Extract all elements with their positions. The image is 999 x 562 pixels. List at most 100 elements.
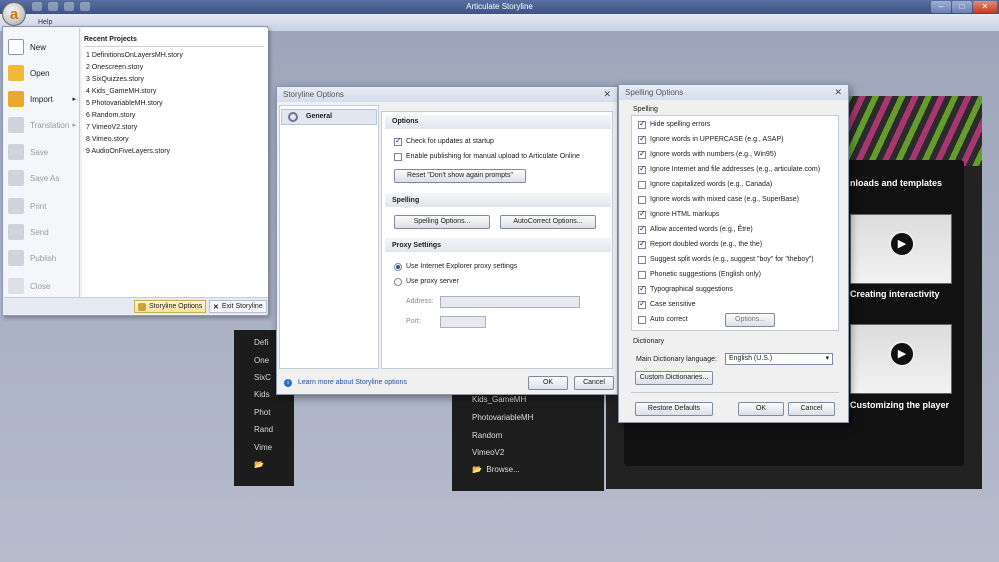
submenu-arrow-icon: ▸	[72, 96, 76, 103]
recent-item[interactable]: 6 Random.story	[86, 112, 135, 119]
save-label: Save	[30, 147, 49, 157]
check-updates-checkbox[interactable]	[394, 136, 402, 146]
nav-item-general[interactable]: General	[281, 109, 377, 125]
custom-dictionaries-button[interactable]: Custom Dictionaries...	[635, 371, 713, 385]
recent-item[interactable]: 3 SixQuizzes.story	[86, 76, 144, 83]
proxy-server-radio[interactable]	[394, 278, 402, 286]
nav-general-label: General	[306, 113, 333, 120]
cancel-button[interactable]: Cancel	[574, 376, 614, 390]
spelling-option-checkbox[interactable]	[638, 181, 646, 189]
port-field[interactable]	[440, 316, 486, 328]
divider	[631, 392, 839, 393]
close-doc-icon	[8, 278, 24, 294]
send-label: Send	[30, 227, 49, 237]
enable-publishing-checkbox[interactable]	[394, 153, 402, 161]
tutorial-label: Creating interactivity	[850, 289, 940, 299]
exit-x-icon: ✕	[213, 303, 219, 311]
restore-defaults-button[interactable]: Restore Defaults	[635, 402, 713, 416]
autocorrect-options-button[interactable]: AutoCorrect Options...	[500, 215, 596, 229]
spelling-option-checkbox[interactable]	[638, 316, 646, 324]
new-button[interactable]: New	[8, 36, 78, 58]
autocorrect-options-button[interactable]: Options...	[725, 313, 775, 327]
spelling-option-checkbox[interactable]	[638, 224, 646, 234]
storyline-logo-button[interactable]: a	[2, 2, 26, 26]
save-as-icon	[8, 170, 24, 186]
spelling-option-label: Ignore words with numbers (e.g., Win95)	[650, 151, 777, 158]
exit-storyline-button[interactable]: ✕ Exit Storyline	[209, 300, 267, 313]
storyline-options-button[interactable]: Storyline Options	[134, 300, 207, 313]
spelling-option-label: Ignore HTML markups	[650, 211, 720, 218]
translation-icon	[8, 117, 24, 133]
print-label: Print	[30, 201, 47, 211]
import-folder-icon	[8, 91, 24, 107]
main-dictionary-label: Main Dictionary language:	[636, 356, 717, 363]
recent-item[interactable]: 8 Vimeo.story	[86, 136, 129, 143]
spelling-option-label: Allow accented words (e.g., Être)	[650, 226, 753, 233]
window-title: Articulate Storyline	[466, 2, 533, 11]
recent-item[interactable]: 7 VimeoV2.story	[86, 124, 137, 131]
publish-button[interactable]: Publish	[8, 247, 78, 269]
send-icon	[8, 224, 24, 240]
publish-label: Publish	[30, 253, 57, 263]
main-dictionary-value: English (U.S.)	[729, 355, 773, 362]
spelling-option-checkbox[interactable]	[638, 209, 646, 219]
list-item: One	[254, 356, 270, 365]
ok-button[interactable]: OK	[528, 376, 568, 390]
translation-button[interactable]: Translation ▸	[8, 114, 78, 136]
spelling-option-label: Phonetic suggestions (English only)	[650, 271, 761, 278]
spelling-option-checkbox[interactable]	[638, 119, 646, 129]
spelling-option-checkbox[interactable]	[638, 239, 646, 249]
maximize-button[interactable]: □	[952, 1, 972, 13]
spelling-option-checkbox[interactable]	[638, 299, 646, 309]
recent-item[interactable]: 5 PhotovariableMH.story	[86, 100, 163, 107]
open-button[interactable]: Open	[8, 62, 78, 84]
learn-more-link[interactable]: Learn more about Storyline options	[298, 379, 407, 386]
open-folder-icon	[8, 65, 24, 81]
spelling-option-checkbox[interactable]	[638, 284, 646, 294]
list-item: Kids_GameMH	[472, 395, 527, 404]
proxy-header: Proxy Settings	[392, 242, 442, 249]
recent-projects-header: Recent Projects	[84, 36, 137, 43]
tab-help[interactable]: Help	[38, 19, 52, 26]
spelling-option-checkbox[interactable]	[638, 149, 646, 159]
close-icon[interactable]: ✕	[603, 89, 611, 100]
spelling-option-label: Case sensitive	[650, 301, 696, 308]
close-label: Close	[30, 281, 51, 291]
close-button[interactable]: Close	[8, 275, 78, 297]
spelling-option-checkbox[interactable]	[638, 164, 646, 174]
recent-item[interactable]: 4 Kids_GameMH.story	[86, 88, 156, 95]
save-button[interactable]: Save	[8, 141, 78, 163]
recent-item[interactable]: 1 DefinitionsOnLayersMH.story	[86, 52, 183, 59]
list-item: Defi	[254, 338, 269, 347]
spelling-option-checkbox[interactable]	[638, 271, 646, 279]
spelling-option-label: Ignore capitalized words (e.g., Canada)	[650, 181, 773, 188]
options-header: Options	[392, 118, 419, 125]
recent-item[interactable]: 2 Onescreen.story	[86, 64, 143, 71]
address-field[interactable]	[440, 296, 580, 308]
print-button[interactable]: Print	[8, 195, 78, 217]
minimize-button[interactable]: –	[931, 1, 951, 13]
close-icon[interactable]: ✕	[834, 87, 842, 98]
cancel-button[interactable]: Cancel	[788, 402, 835, 416]
import-button[interactable]: Import ▸	[8, 88, 78, 110]
spelling-option-checkbox[interactable]	[638, 196, 646, 204]
spelling-options-button[interactable]: Spelling Options...	[394, 215, 490, 229]
reset-prompts-button[interactable]: Reset "Don't show again prompts"	[394, 169, 526, 183]
spelling-option-checkbox[interactable]	[638, 134, 646, 144]
proxy-ie-radio[interactable]	[394, 263, 402, 271]
spelling-option-label: Typographical suggestions	[650, 286, 733, 293]
spelling-option-label: Auto correct	[650, 316, 688, 323]
save-icon	[8, 144, 24, 160]
send-button[interactable]: Send	[8, 221, 78, 243]
close-window-button[interactable]: ✕	[973, 1, 997, 13]
import-label: Import	[30, 94, 53, 104]
list-item: Phot	[254, 408, 271, 417]
main-dictionary-select[interactable]: English (U.S.) ▾	[725, 353, 833, 365]
recent-item[interactable]: 9 AudioOnFiveLayers.story	[86, 148, 170, 155]
dialog-title: Storyline Options	[283, 90, 344, 99]
save-as-button[interactable]: Save As	[8, 167, 78, 189]
spelling-option-checkbox[interactable]	[638, 256, 646, 264]
spelling-options-dialog: Spelling Options ✕ Spelling Hide spelling…	[618, 84, 849, 423]
ok-button[interactable]: OK	[738, 402, 784, 416]
list-item: PhotovariableMH	[472, 413, 534, 422]
